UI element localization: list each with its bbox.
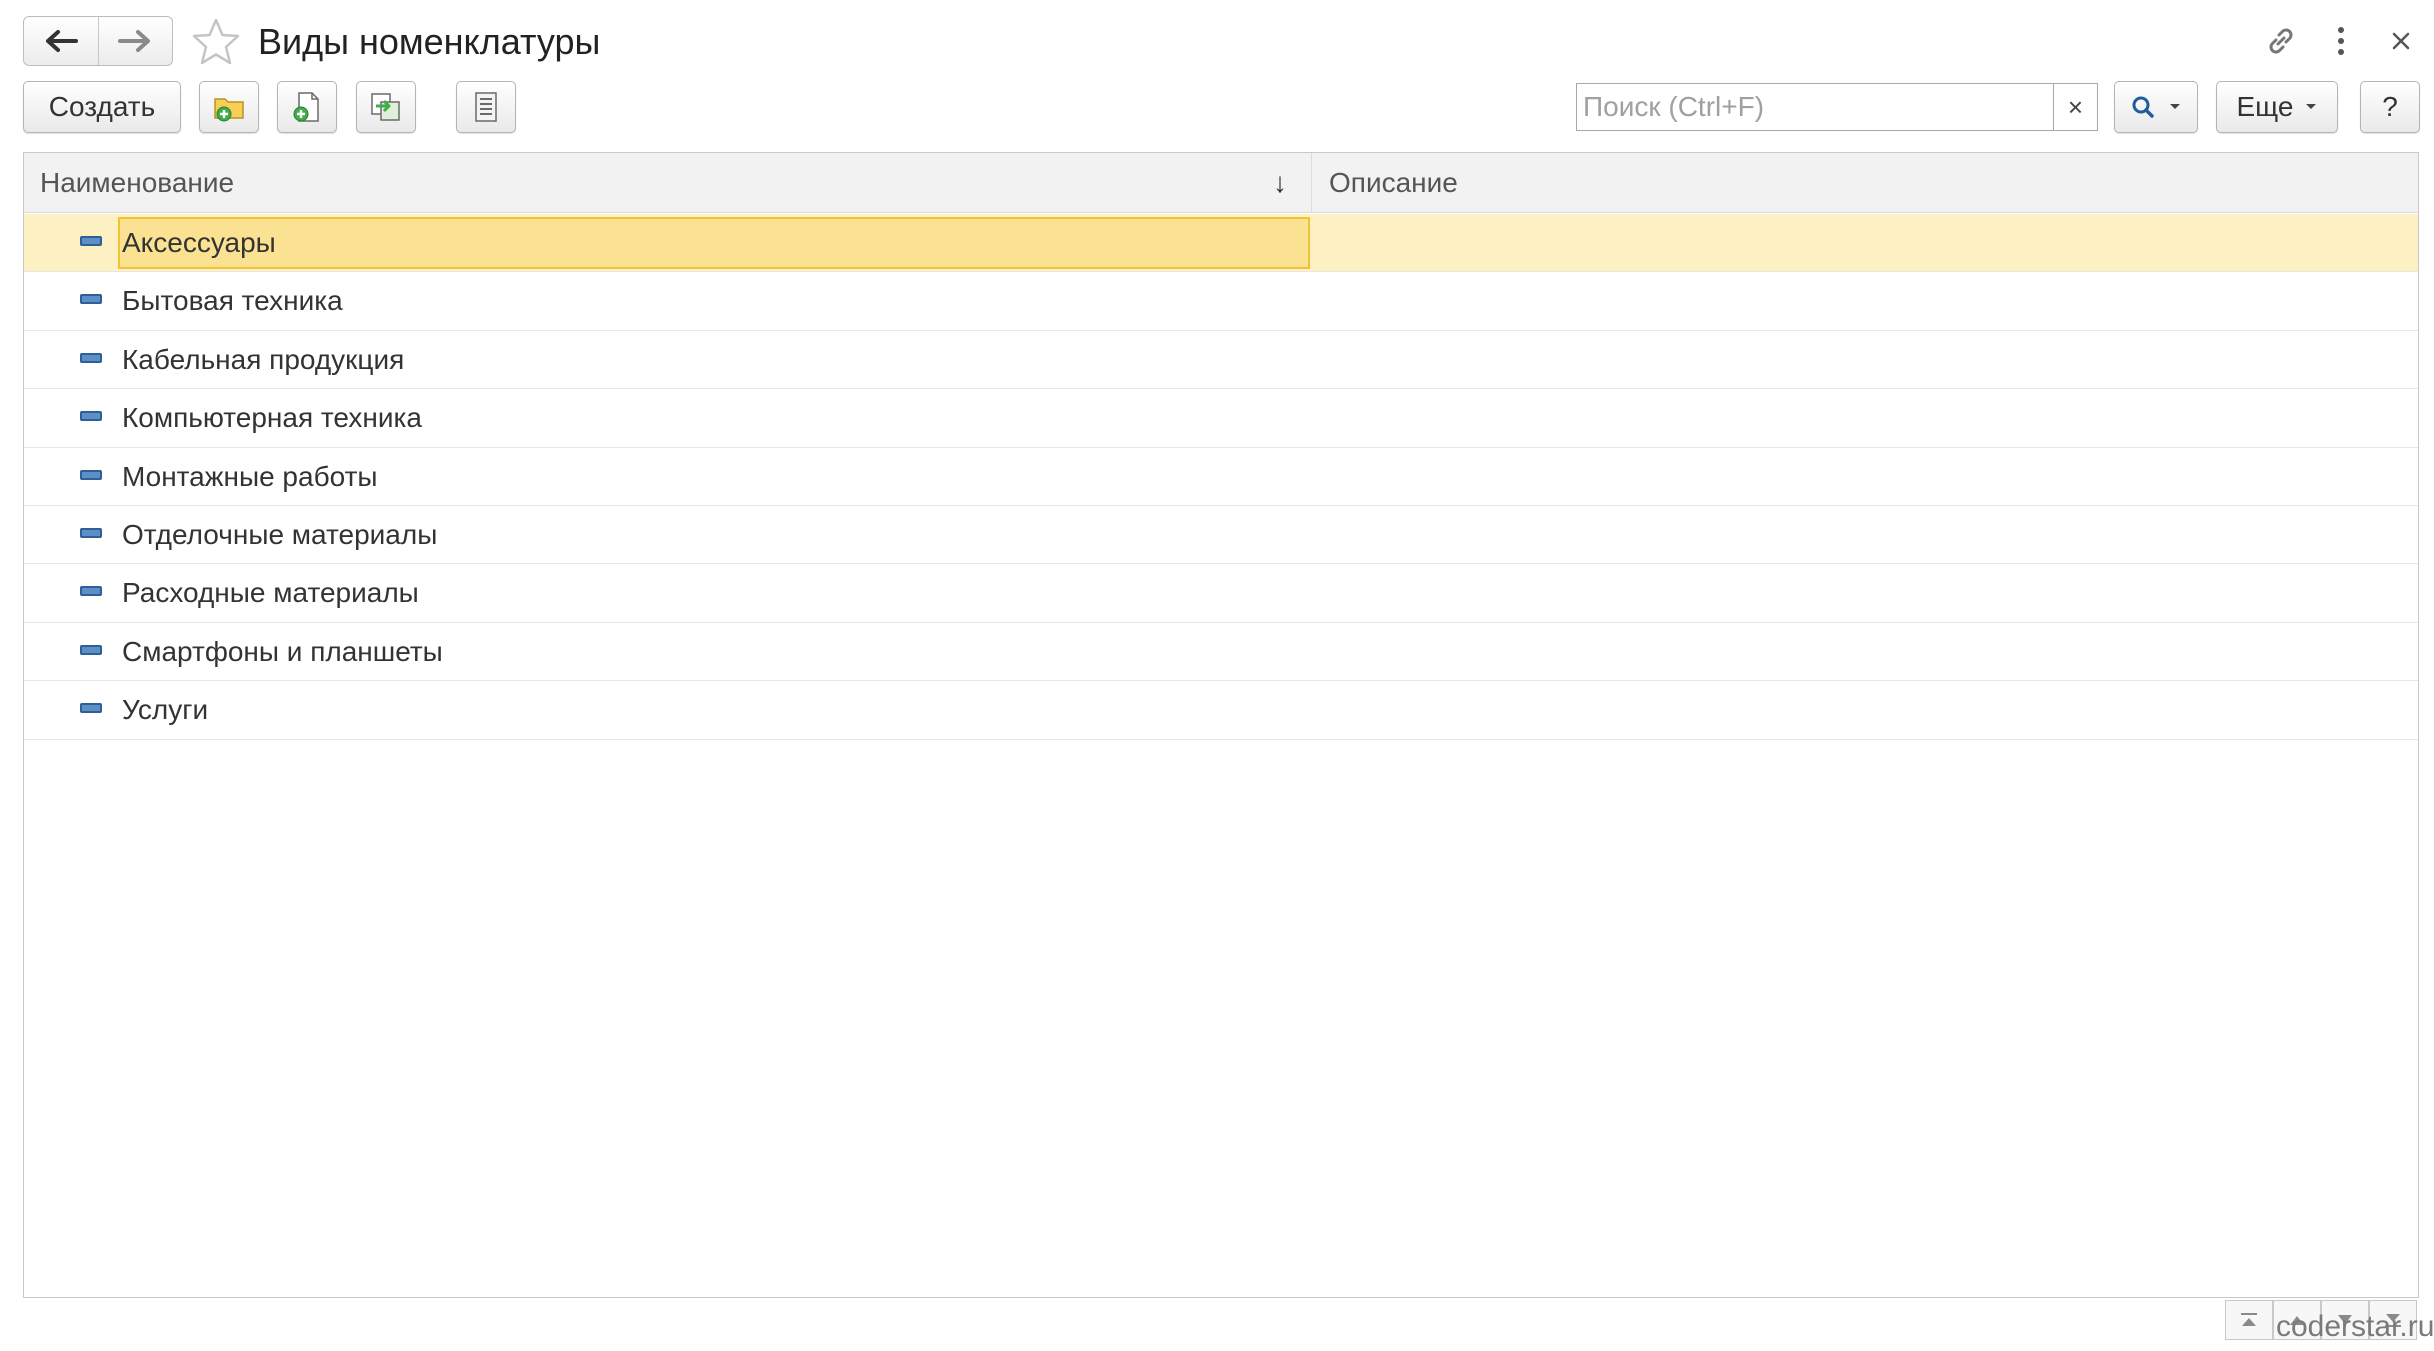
column-header-name[interactable]: Наименование ↓ [24,153,1312,213]
cell-name[interactable]: Монтажные работы [118,451,1310,503]
list-icon [475,92,497,122]
move-to-group-button[interactable] [356,81,416,133]
cell-name[interactable]: Бытовая техника [118,275,1310,327]
cell-name[interactable]: Услуги [118,684,1310,736]
element-icon [80,469,102,480]
list-mode-button[interactable] [456,81,516,133]
page-title: Виды номенклатуры [258,21,601,62]
more-button[interactable]: Еще [2216,81,2338,133]
forward-button[interactable] [97,17,173,65]
move-to-group-icon [371,93,400,121]
column-header-label: Наименование [40,167,235,198]
document-add-icon [293,92,319,122]
arrow-left-icon [45,30,78,52]
link-button[interactable] [2258,18,2304,64]
table-body: Аксессуары Бытовая техника Кабельная про… [24,214,2418,740]
cell-name[interactable]: Расходные материалы [118,567,1310,619]
favorite-button[interactable] [190,16,242,68]
create-button[interactable]: Создать [23,81,181,133]
element-icon [80,586,102,597]
cell-name[interactable]: Аксессуары [118,217,1310,269]
star-icon [192,18,240,65]
navigation-buttons [23,16,173,66]
table-row[interactable]: Монтажные работы [24,448,2418,506]
table-row[interactable]: Кабельная продукция [24,331,2418,390]
search-icon [2132,96,2154,118]
cell-name[interactable]: Компьютерная техника [118,392,1310,444]
element-icon [80,644,102,655]
element-icon [80,352,102,363]
table-row[interactable]: Аксессуары [24,214,2418,273]
search-clear-button[interactable]: × [2053,84,2097,130]
search-options-button[interactable] [2114,81,2198,133]
arrow-right-icon [118,30,151,52]
create-group-button[interactable] [199,81,259,133]
scroll-to-top-button[interactable] [2225,1300,2273,1340]
close-icon [2392,32,2410,50]
nomenclature-types-table: Наименование ↓ Описание Аксессуары Бытов… [23,152,2419,1298]
cell-name[interactable]: Отделочные материалы [118,509,1310,561]
more-actions-button[interactable] [2318,18,2364,64]
scroll-top-icon [2241,1313,2257,1326]
cell-name[interactable]: Смартфоны и планшеты [118,626,1310,678]
table-header: Наименование ↓ Описание [24,153,2418,213]
cell-name[interactable]: Кабельная продукция [118,334,1310,386]
chevron-down-icon [2306,104,2317,109]
table-row[interactable]: Отделочные материалы [24,506,2418,565]
folder-add-icon [214,98,244,122]
table-row[interactable]: Бытовая техника [24,272,2418,331]
table-row[interactable]: Расходные материалы [24,564,2418,623]
element-icon [80,236,102,246]
search-input[interactable] [1577,84,2053,130]
element-icon [80,703,102,714]
more-vertical-icon [2338,27,2344,55]
search-field: × [1576,83,2098,131]
watermark: coderstar.ru [2276,1310,2434,1343]
element-icon [80,527,102,538]
column-header-description[interactable]: Описание [1313,153,2418,213]
table-row[interactable]: Компьютерная техника [24,389,2418,448]
back-button[interactable] [24,17,98,65]
close-button[interactable] [2378,18,2424,64]
column-header-label: Описание [1329,167,1458,198]
help-button[interactable]: ? [2360,81,2420,133]
more-button-label: Еще [2236,91,2294,122]
link-icon [2269,28,2293,54]
sort-desc-icon: ↓ [1273,167,1287,198]
table-row[interactable]: Смартфоны и планшеты [24,623,2418,682]
copy-button[interactable] [277,81,337,133]
element-icon [80,411,102,422]
element-icon [80,294,102,305]
chevron-down-icon [2170,104,2180,109]
table-row[interactable]: Услуги [24,681,2418,740]
